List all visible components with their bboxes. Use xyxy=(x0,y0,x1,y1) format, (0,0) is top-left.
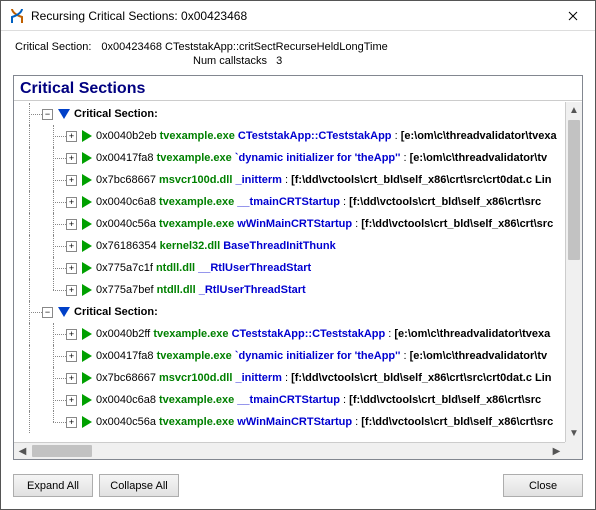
stack-frame-label: 0x00417fa8 tvexample.exe `dynamic initia… xyxy=(96,350,547,362)
frame-marker-icon xyxy=(82,152,92,164)
frame-marker-icon xyxy=(82,218,92,230)
frame-marker-icon xyxy=(82,328,92,340)
section-header-label: Critical Section: xyxy=(74,108,158,120)
stack-frame-row[interactable]: +0x76186354 kernel32.dll BaseThreadInitT… xyxy=(18,235,557,257)
app-icon xyxy=(9,8,25,24)
titlebar: Recursing Critical Sections: 0x00423468 xyxy=(1,1,595,31)
tree-section-header[interactable]: − Critical Section: xyxy=(18,103,557,125)
stack-frame-row[interactable]: +0x0040b2ff tvexample.exe CTeststakApp::… xyxy=(18,323,557,345)
frame-marker-icon xyxy=(82,174,92,186)
button-bar: Expand All Collapse All Close xyxy=(1,468,595,509)
stack-frame-row[interactable]: +0x0040c6a8 tvexample.exe __tmainCRTStar… xyxy=(18,191,557,213)
tree-panel: Critical Sections − Critical Section: +0x0… xyxy=(13,75,583,460)
window-close-button[interactable] xyxy=(550,1,595,31)
stack-frame-label: 0x00417fa8 tvexample.exe `dynamic initia… xyxy=(96,152,547,164)
critical-section-label: Critical Section: xyxy=(15,41,91,53)
frame-marker-icon xyxy=(82,394,92,406)
expander-icon[interactable]: + xyxy=(66,263,77,274)
stack-frame-row[interactable]: +0x0040c56a tvexample.exe wWinMainCRTSta… xyxy=(18,411,557,433)
stack-frame-row[interactable]: +0x0040c56a tvexample.exe wWinMainCRTSta… xyxy=(18,213,557,235)
expander-icon[interactable]: + xyxy=(66,373,77,384)
tree-section-header[interactable]: − Critical Section: xyxy=(18,301,557,323)
expander-icon[interactable]: + xyxy=(66,329,77,340)
frame-marker-icon xyxy=(82,240,92,252)
scrollbar-corner xyxy=(565,442,582,459)
critical-section-value: 0x00423468 CTeststakApp::critSectRecurse… xyxy=(101,41,387,53)
expander-icon[interactable]: + xyxy=(66,417,77,428)
expander-icon[interactable]: + xyxy=(66,285,77,296)
stack-frame-label: 0x0040c56a tvexample.exe wWinMainCRTStar… xyxy=(96,416,553,428)
stack-frame-row[interactable]: +0x0040c6a8 tvexample.exe __tmainCRTStar… xyxy=(18,389,557,411)
stack-frame-label: 0x0040b2ff tvexample.exe CTeststakApp::C… xyxy=(96,328,550,340)
stack-frame-row[interactable]: +0x7bc68667 msvcr100d.dll _initterm : [f… xyxy=(18,169,557,191)
section-marker-icon xyxy=(58,307,70,317)
close-button[interactable]: Close xyxy=(503,474,583,497)
stack-frame-label: 0x775a7c1f ntdll.dll __RtlUserThreadStar… xyxy=(96,262,311,274)
expander-icon[interactable]: − xyxy=(42,307,53,318)
stack-frame-label: 0x0040b2eb tvexample.exe CTeststakApp::C… xyxy=(96,130,557,142)
frame-marker-icon xyxy=(82,262,92,274)
frame-marker-icon xyxy=(82,130,92,142)
expander-icon[interactable]: + xyxy=(66,395,77,406)
frame-marker-icon xyxy=(82,350,92,362)
expander-icon[interactable]: + xyxy=(66,197,77,208)
horizontal-scrollbar[interactable]: ◀ ▶ xyxy=(14,442,565,459)
stack-frame-label: 0x7bc68667 msvcr100d.dll _initterm : [f:… xyxy=(96,174,552,186)
horizontal-scrollbar-thumb[interactable] xyxy=(32,445,92,457)
tree-body: − Critical Section: +0x0040b2eb tvexample.… xyxy=(14,101,557,435)
stack-frame-label: 0x76186354 kernel32.dll BaseThreadInitTh… xyxy=(96,240,336,252)
expander-icon[interactable]: − xyxy=(42,109,53,120)
expander-icon[interactable]: + xyxy=(66,175,77,186)
num-callstacks-value: 3 xyxy=(276,55,282,67)
vertical-scrollbar[interactable]: ▲ ▼ xyxy=(565,102,582,442)
frame-marker-icon xyxy=(82,372,92,384)
expander-icon[interactable]: + xyxy=(66,131,77,142)
info-area: Critical Section: 0x00423468 CTeststakAp… xyxy=(1,31,595,75)
num-callstacks-label: Num callstacks xyxy=(193,55,267,67)
stack-frame-row[interactable]: +0x775a7bef ntdll.dll _RtlUserThreadStar… xyxy=(18,279,557,301)
collapse-all-button[interactable]: Collapse All xyxy=(99,474,179,497)
stack-frame-row[interactable]: +0x00417fa8 tvexample.exe `dynamic initi… xyxy=(18,345,557,367)
vertical-scrollbar-thumb[interactable] xyxy=(568,120,580,260)
section-header-label: Critical Section: xyxy=(74,306,158,318)
expand-all-button[interactable]: Expand All xyxy=(13,474,93,497)
section-marker-icon xyxy=(58,109,70,119)
stack-frame-row[interactable]: +0x00417fa8 tvexample.exe `dynamic initi… xyxy=(18,147,557,169)
stack-frame-label: 0x0040c6a8 tvexample.exe __tmainCRTStart… xyxy=(96,196,541,208)
stack-frame-row[interactable]: +0x775a7c1f ntdll.dll __RtlUserThreadSta… xyxy=(18,257,557,279)
frame-marker-icon xyxy=(82,416,92,428)
stack-frame-label: 0x0040c6a8 tvexample.exe __tmainCRTStart… xyxy=(96,394,541,406)
stack-frame-label: 0x775a7bef ntdll.dll _RtlUserThreadStart xyxy=(96,284,306,296)
window-title: Recursing Critical Sections: 0x00423468 xyxy=(31,9,550,23)
stack-frame-row[interactable]: +0x7bc68667 msvcr100d.dll _initterm : [f… xyxy=(18,367,557,389)
stack-frame-label: 0x0040c56a tvexample.exe wWinMainCRTStar… xyxy=(96,218,553,230)
expander-icon[interactable]: + xyxy=(66,351,77,362)
expander-icon[interactable]: + xyxy=(66,219,77,230)
stack-frame-label: 0x7bc68667 msvcr100d.dll _initterm : [f:… xyxy=(96,372,552,384)
expander-icon[interactable]: + xyxy=(66,153,77,164)
expander-icon[interactable]: + xyxy=(66,241,77,252)
frame-marker-icon xyxy=(82,284,92,296)
tree-header: Critical Sections xyxy=(14,76,582,101)
stack-frame-row[interactable]: +0x0040b2eb tvexample.exe CTeststakApp::… xyxy=(18,125,557,147)
frame-marker-icon xyxy=(82,196,92,208)
